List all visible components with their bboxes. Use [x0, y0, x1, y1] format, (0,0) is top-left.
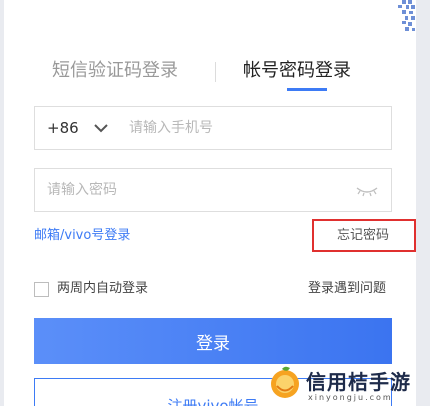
watermark-domain: xinyongju.com: [308, 393, 393, 402]
tab-account-login[interactable]: 帐号密码登录: [243, 58, 351, 84]
auto-login-row: 两周内自动登录: [34, 279, 148, 299]
eye-closed-icon[interactable]: [355, 183, 379, 197]
password-input[interactable]: [47, 169, 337, 211]
qr-code-icon[interactable]: [376, 0, 416, 34]
watermark: 信用桔手游 xinyongju.com: [268, 363, 428, 405]
watermark-logo-icon: [268, 365, 302, 399]
watermark-title: 信用桔手游: [306, 370, 411, 394]
login-button[interactable]: 登录: [34, 318, 392, 364]
email-vivo-login-link[interactable]: 邮箱/vivo号登录: [34, 226, 130, 246]
login-method-tabs: 短信验证码登录 帐号密码登录: [4, 58, 416, 94]
phone-input[interactable]: [129, 107, 379, 149]
tab-sms-login[interactable]: 短信验证码登录: [52, 58, 178, 84]
chevron-down-icon: [93, 107, 109, 149]
password-field: [34, 168, 392, 212]
login-card: 短信验证码登录 帐号密码登录 +86 邮箱/vivo号登录 忘记密码: [4, 0, 416, 406]
country-code-select[interactable]: +86: [47, 107, 109, 149]
forgot-password-link[interactable]: 忘记密码: [337, 226, 389, 246]
phone-field: +86: [34, 106, 392, 150]
auto-login-checkbox[interactable]: [34, 281, 49, 297]
tab-divider: [215, 62, 216, 82]
auto-login-label: 两周内自动登录: [57, 281, 149, 296]
login-problem-link[interactable]: 登录遇到问题: [308, 279, 386, 299]
country-code-value: +86: [47, 119, 79, 137]
active-tab-indicator: [287, 88, 327, 91]
